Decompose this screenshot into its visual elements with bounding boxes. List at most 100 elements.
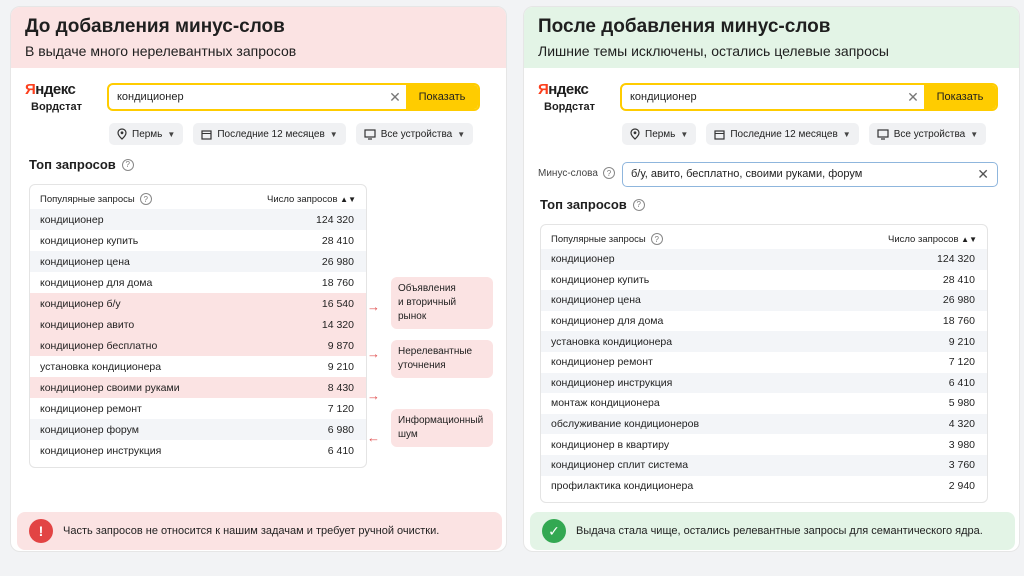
- query-text: кондиционер б/у: [40, 297, 121, 310]
- region-filter[interactable]: Пермь ▼: [109, 123, 184, 145]
- location-pin-icon: [630, 128, 640, 140]
- query-count: 7 120: [327, 402, 354, 415]
- help-icon[interactable]: ?: [632, 198, 645, 211]
- note-line: и вторичный рынок: [398, 297, 457, 322]
- table-row[interactable]: кондиционер купить 28 410: [541, 270, 987, 291]
- table-row[interactable]: кондиционер для дома 18 760: [30, 272, 366, 293]
- annotation-ads: Объявления и вторичный рынок: [391, 277, 493, 329]
- query-count: 18 760: [942, 315, 975, 328]
- query-count: 9 210: [327, 360, 354, 373]
- sort-icon: ▲▼: [961, 234, 977, 244]
- table-row[interactable]: монтаж кондиционера 5 980: [541, 393, 987, 414]
- column-query: Популярные запросы: [551, 233, 646, 245]
- query-count: 28 410: [942, 273, 975, 286]
- clear-icon[interactable]: ✕: [902, 85, 924, 109]
- table-row[interactable]: кондиционер для дома 18 760: [541, 311, 987, 332]
- minus-words-input[interactable]: б/у, авито, бесплатно, своими руками, фо…: [622, 162, 998, 187]
- checkmark-icon: ✓: [542, 519, 566, 543]
- help-icon[interactable]: ?: [139, 193, 152, 205]
- table-row[interactable]: кондиционер инструкция 6 410: [30, 440, 366, 461]
- table-row[interactable]: кондиционер 124 320: [30, 209, 366, 230]
- search-input[interactable]: кондиционер: [622, 85, 902, 109]
- note-line: Информационный: [398, 415, 484, 426]
- chevron-down-icon: ▼: [457, 129, 466, 139]
- yandex-wordstat-logo[interactable]: Яндекс Вордстат: [538, 81, 602, 113]
- table-row[interactable]: кондиционер ремонт 7 120: [541, 352, 987, 373]
- monitor-icon: [877, 128, 889, 140]
- query-text: кондиционер форум: [40, 423, 140, 436]
- column-count[interactable]: Число запросов ▲▼: [888, 234, 977, 245]
- section-title-text: Топ запросов: [540, 197, 627, 212]
- column-count[interactable]: Число запросов ▲▼: [267, 194, 356, 205]
- filter-label: Все устройства: [893, 128, 966, 140]
- panel-subtitle: В выдаче много нерелевантных запросов: [25, 43, 297, 59]
- show-button[interactable]: Показать: [406, 85, 478, 109]
- clear-icon[interactable]: ✕: [384, 85, 406, 109]
- chevron-down-icon: ▼: [167, 129, 176, 139]
- footer-text: Выдача стала чище, остались релевантные …: [576, 525, 983, 537]
- query-text: кондиционер в квартиру: [551, 438, 670, 451]
- device-filter[interactable]: Все устройства ▼: [355, 123, 474, 145]
- panel-subtitle: Лишние темы исключены, остались целевые …: [538, 43, 889, 59]
- annotation-irrelevant: Нерелевантные уточнения: [391, 340, 493, 378]
- table-row[interactable]: профилактика кондиционера 2 940: [541, 476, 987, 497]
- table-row[interactable]: кондиционер форум 6 980: [30, 419, 366, 440]
- table-row-flagged[interactable]: кондиционер бесплатно 9 870: [30, 335, 366, 356]
- show-button[interactable]: Показать: [924, 85, 996, 109]
- help-icon[interactable]: ?: [121, 158, 134, 171]
- help-icon[interactable]: ?: [650, 233, 663, 245]
- table-row[interactable]: установка кондиционера 9 210: [30, 356, 366, 377]
- arrow-right-icon: →: [367, 299, 380, 314]
- query-text: кондиционер инструкция: [40, 444, 162, 457]
- search-box: кондиционер ✕ Показать: [107, 83, 480, 111]
- column-count-label: Число запросов: [267, 193, 338, 205]
- table-row[interactable]: кондиционер купить 28 410: [30, 230, 366, 251]
- period-filter[interactable]: Последние 12 месяцев ▼: [193, 123, 346, 145]
- query-text: кондиционер цена: [40, 255, 130, 268]
- query-text: кондиционер авито: [40, 318, 135, 331]
- table-header: Популярные запросы? Число запросов ▲▼: [30, 189, 366, 209]
- query-count: 6 410: [327, 444, 354, 457]
- table-row[interactable]: кондиционер в квартиру 3 980: [541, 434, 987, 455]
- filter-label: Все устройства: [380, 128, 453, 140]
- clear-icon[interactable]: ✕: [977, 166, 989, 183]
- query-text: кондиционер цена: [551, 294, 641, 307]
- minus-words-value: б/у, авито, бесплатно, своими руками, фо…: [631, 168, 863, 180]
- query-count: 26 980: [942, 294, 975, 307]
- help-icon[interactable]: ?: [602, 167, 615, 179]
- table-row[interactable]: кондиционер сплит система 3 760: [541, 454, 987, 476]
- yandex-wordstat-logo[interactable]: Яндекс Вордстат: [25, 81, 89, 113]
- section-title-text: Топ запросов: [29, 157, 116, 172]
- logo-product: Вордстат: [31, 101, 82, 113]
- query-count: 9 870: [327, 339, 354, 352]
- calendar-icon: [201, 129, 212, 140]
- search-input[interactable]: кондиционер: [109, 85, 384, 109]
- arrow-right-icon: →: [367, 388, 380, 403]
- table-row[interactable]: установка кондиционера 9 210: [541, 331, 987, 352]
- note-line: Объявления: [398, 283, 456, 294]
- note-line: уточнения: [398, 360, 446, 371]
- calendar-icon: [714, 129, 725, 140]
- table-row[interactable]: кондиционер ремонт 7 120: [30, 398, 366, 419]
- table-row[interactable]: кондиционер цена 26 980: [541, 290, 987, 311]
- table-row-flagged[interactable]: кондиционер б/у 16 540: [30, 293, 366, 314]
- table-row-flagged[interactable]: кондиционер авито 14 320: [30, 314, 366, 335]
- region-filter[interactable]: Пермь ▼: [622, 123, 697, 145]
- device-filter[interactable]: Все устройства ▼: [868, 123, 987, 145]
- panel-title: До добавления минус-слов: [25, 16, 285, 37]
- filter-label: Пермь: [645, 128, 676, 140]
- chevron-down-icon: ▼: [842, 129, 851, 139]
- query-count: 4 320: [948, 418, 975, 431]
- query-text: установка кондиционера: [40, 360, 162, 373]
- table-row[interactable]: кондиционер цена 26 980: [30, 251, 366, 272]
- table-row[interactable]: кондиционер инструкция 6 410: [541, 372, 987, 394]
- column-query: Популярные запросы: [40, 193, 135, 205]
- table-row-flagged[interactable]: кондиционер своими руками 8 430: [30, 377, 366, 398]
- note-line: шум: [398, 429, 418, 440]
- logo-brand: ндекс: [548, 81, 589, 98]
- filter-label: Последние 12 месяцев: [730, 128, 838, 140]
- table-row[interactable]: кондиционер 124 320: [541, 249, 987, 270]
- period-filter[interactable]: Последние 12 месяцев ▼: [706, 123, 859, 145]
- table-row[interactable]: обслуживание кондиционеров 4 320: [541, 413, 987, 435]
- query-count: 124 320: [937, 253, 975, 266]
